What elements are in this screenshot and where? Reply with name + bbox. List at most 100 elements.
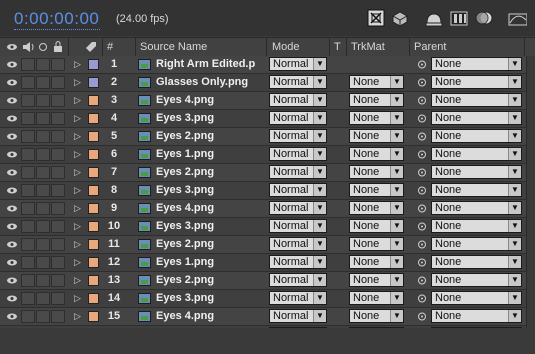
solo-toggle[interactable] xyxy=(36,274,50,287)
layer-row[interactable]: ▷ 14 Eyes 3.png Normal ▼ None ▼ None ▼ xyxy=(0,290,535,308)
track-matte-dropdown[interactable]: None ▼ xyxy=(349,273,404,287)
layer-row[interactable]: ▷ 3 Eyes 4.png Normal ▼ None ▼ None ▼ xyxy=(0,92,535,110)
parent-dropdown[interactable]: None ▼ xyxy=(431,183,522,197)
parent-pickwhip-icon[interactable] xyxy=(416,236,428,253)
track-matte-dropdown[interactable]: None ▼ xyxy=(349,129,404,143)
layer-source-name[interactable]: Eyes 3.png xyxy=(156,182,264,199)
solo-toggle[interactable] xyxy=(36,112,50,125)
audio-toggle[interactable] xyxy=(21,58,35,71)
track-matte-dropdown[interactable]: None ▼ xyxy=(349,201,404,215)
track-matte-dropdown[interactable]: None ▼ xyxy=(349,93,404,107)
parent-pickwhip-icon[interactable] xyxy=(416,254,428,271)
parent-header[interactable]: Parent xyxy=(414,38,446,56)
expand-twirl-icon[interactable]: ▷ xyxy=(74,236,81,253)
layer-visibility-eye-icon[interactable] xyxy=(6,146,20,163)
track-matte-dropdown[interactable]: None ▼ xyxy=(349,219,404,233)
track-matte-dropdown[interactable]: None ▼ xyxy=(349,309,404,323)
parent-dropdown[interactable]: None ▼ xyxy=(431,237,522,251)
label-color-swatch[interactable] xyxy=(88,113,99,124)
composition-mini-flowchart-icon[interactable] xyxy=(366,8,386,28)
blend-mode-dropdown[interactable]: Normal ▼ xyxy=(269,183,327,197)
parent-pickwhip-icon[interactable] xyxy=(416,182,428,199)
layer-row[interactable]: ▷ 1 Right Arm Edited.p Normal ▼ None ▼ xyxy=(0,56,535,74)
audio-toggle[interactable] xyxy=(21,202,35,215)
label-color-swatch[interactable] xyxy=(88,239,99,250)
layer-source-name[interactable]: Eyes 1.png xyxy=(156,254,264,271)
label-color-swatch[interactable] xyxy=(88,95,99,106)
layer-source-name[interactable]: Eyes 2.png xyxy=(156,164,264,181)
lock-toggle[interactable] xyxy=(51,184,65,197)
layer-row[interactable]: ▷ 8 Eyes 3.png Normal ▼ None ▼ None ▼ xyxy=(0,182,535,200)
layer-row[interactable]: ▷ 15 Eyes 4.png Normal ▼ None ▼ None ▼ xyxy=(0,308,535,326)
expand-twirl-icon[interactable]: ▷ xyxy=(74,254,81,271)
parent-pickwhip-icon[interactable] xyxy=(416,146,428,163)
layer-visibility-eye-icon[interactable] xyxy=(6,308,20,325)
lock-toggle[interactable] xyxy=(51,94,65,107)
parent-pickwhip-icon[interactable] xyxy=(416,128,428,145)
layer-visibility-eye-icon[interactable] xyxy=(6,236,20,253)
mode-header[interactable]: Mode xyxy=(272,38,300,56)
layer-row[interactable]: ▷ 10 Eyes 3.png Normal ▼ None ▼ None ▼ xyxy=(0,218,535,236)
label-color-swatch[interactable] xyxy=(88,221,99,232)
parent-pickwhip-icon[interactable] xyxy=(416,272,428,289)
parent-dropdown[interactable]: None ▼ xyxy=(431,93,522,107)
label-color-swatch[interactable] xyxy=(88,275,99,286)
blend-mode-dropdown[interactable]: Normal ▼ xyxy=(269,255,327,269)
lock-toggle[interactable] xyxy=(51,76,65,89)
audio-toggle[interactable] xyxy=(21,256,35,269)
parent-pickwhip-icon[interactable] xyxy=(416,164,428,181)
solo-toggle[interactable] xyxy=(36,166,50,179)
layer-visibility-eye-icon[interactable] xyxy=(6,56,20,73)
track-matte-dropdown[interactable]: None ▼ xyxy=(349,255,404,269)
audio-speaker-icon[interactable] xyxy=(21,38,35,56)
layer-row[interactable]: ▷ 13 Eyes 2.png Normal ▼ None ▼ None ▼ xyxy=(0,272,535,290)
label-color-swatch[interactable] xyxy=(88,149,99,160)
track-matte-dropdown[interactable]: None ▼ xyxy=(349,111,404,125)
trkmat-header[interactable]: TrkMat xyxy=(351,38,385,56)
lock-toggle[interactable] xyxy=(51,238,65,251)
lock-toggle[interactable] xyxy=(51,274,65,287)
expand-twirl-icon[interactable]: ▷ xyxy=(74,110,81,127)
label-color-swatch[interactable] xyxy=(88,311,99,322)
track-matte-dropdown[interactable]: None ▼ xyxy=(349,183,404,197)
lock-toggle[interactable] xyxy=(51,310,65,323)
label-color-swatch[interactable] xyxy=(88,203,99,214)
layer-row[interactable]: ▷ 6 Eyes 1.png Normal ▼ None ▼ None ▼ xyxy=(0,146,535,164)
current-time-display[interactable]: 0:00:00:00 xyxy=(14,9,99,29)
audio-toggle[interactable] xyxy=(21,148,35,161)
label-color-swatch[interactable] xyxy=(88,59,99,70)
solo-toggle[interactable] xyxy=(36,292,50,305)
parent-pickwhip-icon[interactable] xyxy=(416,200,428,217)
layer-visibility-eye-icon[interactable] xyxy=(6,254,20,271)
layer-source-name[interactable]: Eyes 2.png xyxy=(156,128,264,145)
parent-pickwhip-icon[interactable] xyxy=(416,92,428,109)
parent-dropdown[interactable]: None ▼ xyxy=(431,165,522,179)
layer-visibility-eye-icon[interactable] xyxy=(6,92,20,109)
layer-source-name[interactable]: Eyes 4.png xyxy=(156,200,264,217)
lock-toggle[interactable] xyxy=(51,292,65,305)
blend-mode-dropdown[interactable]: Normal ▼ xyxy=(269,57,327,71)
audio-toggle[interactable] xyxy=(21,94,35,107)
label-color-swatch[interactable] xyxy=(88,185,99,196)
layer-visibility-eye-icon[interactable] xyxy=(6,128,20,145)
lock-toggle[interactable] xyxy=(51,148,65,161)
expand-twirl-icon[interactable]: ▷ xyxy=(74,290,81,307)
layer-row[interactable]: ▷ 2 Glasses Only.png Normal ▼ None ▼ None ▼ xyxy=(0,74,535,92)
blend-mode-dropdown[interactable]: Normal ▼ xyxy=(269,201,327,215)
source-name-header[interactable]: Source Name xyxy=(140,38,207,56)
layer-row[interactable]: ▷ 4 Eyes 3.png Normal ▼ None ▼ None ▼ xyxy=(0,110,535,128)
track-matte-dropdown[interactable]: None ▼ xyxy=(349,291,404,305)
layer-source-name[interactable]: Eyes 4.png xyxy=(156,92,264,109)
layer-source-name[interactable]: Right Arm Edited.p xyxy=(156,56,264,73)
blend-mode-dropdown[interactable]: Normal ▼ xyxy=(269,129,327,143)
parent-dropdown[interactable]: None ▼ xyxy=(431,147,522,161)
blend-mode-dropdown[interactable]: Normal ▼ xyxy=(269,93,327,107)
blend-mode-dropdown[interactable]: Normal ▼ xyxy=(269,147,327,161)
motion-blur-icon[interactable] xyxy=(474,8,494,28)
blend-mode-dropdown[interactable]: Normal ▼ xyxy=(269,273,327,287)
audio-toggle[interactable] xyxy=(21,220,35,233)
audio-toggle[interactable] xyxy=(21,238,35,251)
parent-pickwhip-icon[interactable] xyxy=(416,290,428,307)
parent-dropdown[interactable]: None ▼ xyxy=(431,255,522,269)
lock-toggle[interactable] xyxy=(51,202,65,215)
